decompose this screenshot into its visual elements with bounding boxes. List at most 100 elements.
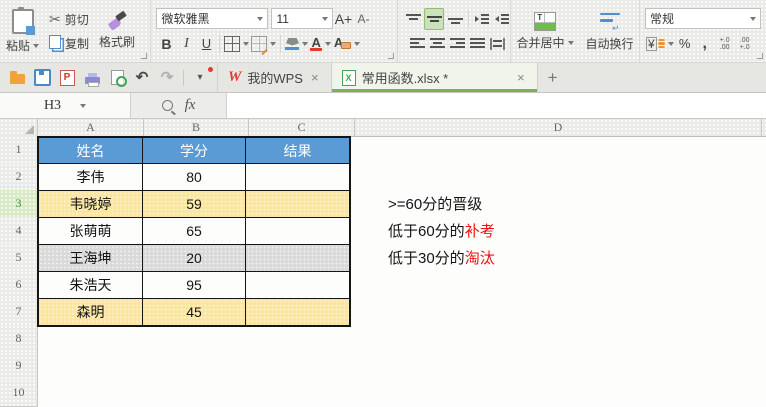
fill-color-button[interactable] — [285, 34, 308, 54]
merge-center-button[interactable]: T 合并居中 — [510, 3, 579, 59]
font-family-select[interactable]: 微软雅黑 — [156, 8, 268, 29]
row-header-7[interactable]: 7 — [0, 298, 38, 326]
copy-button[interactable]: 复制 — [45, 31, 93, 55]
chevron-down-icon[interactable] — [568, 41, 574, 45]
annotation-text: >=60分的晋级 — [388, 193, 482, 214]
header-cell-score[interactable]: 学分 — [143, 137, 246, 164]
cell-b6[interactable]: 95 — [143, 272, 246, 299]
row-header-10[interactable]: 10 — [0, 379, 38, 407]
cell-c5[interactable] — [246, 245, 351, 272]
cell-a6[interactable]: 朱浩天 — [38, 272, 143, 299]
row-header-6[interactable]: 6 — [0, 271, 38, 299]
align-center-button[interactable] — [429, 34, 447, 54]
paste-button[interactable]: 粘贴 — [0, 3, 45, 59]
ribbon: 粘贴 ✂ 剪切 复制 格式刷 微软雅黑 11 — [0, 0, 766, 63]
tab-document[interactable]: X 常用函数.xlsx * × — [331, 63, 538, 92]
row-header-5[interactable]: 5 — [0, 244, 38, 272]
draw-border-button[interactable] — [251, 34, 276, 54]
chevron-down-icon — [257, 17, 263, 21]
insert-function-button[interactable]: fx — [185, 97, 196, 114]
customize-toolbar-button[interactable]: ▾ — [191, 69, 209, 87]
cut-button[interactable]: ✂ 剪切 — [45, 7, 93, 31]
cell-a2[interactable]: 李伟 — [38, 164, 143, 191]
increase-font-button[interactable]: A+ — [334, 9, 352, 29]
dialog-launcher-icon[interactable] — [757, 53, 763, 59]
decrease-indent-icon — [475, 13, 489, 25]
open-button[interactable] — [8, 69, 26, 87]
save-button[interactable] — [33, 69, 51, 87]
row-header-3-active[interactable]: 3 — [0, 190, 40, 218]
header-cell-result[interactable]: 结果 — [246, 137, 351, 164]
decrease-font-button[interactable]: A- — [354, 9, 372, 29]
row-header-9[interactable]: 9 — [0, 352, 38, 380]
percent-button[interactable]: % — [676, 34, 694, 54]
cell-c6[interactable] — [246, 272, 351, 299]
decrease-indent-button[interactable] — [473, 9, 491, 29]
align-top-button[interactable] — [404, 9, 422, 29]
row-header-4[interactable]: 4 — [0, 217, 38, 245]
borders-button[interactable] — [224, 34, 249, 54]
chevron-down-icon[interactable] — [80, 104, 86, 108]
row-header-8[interactable]: 8 — [0, 325, 38, 353]
bold-button[interactable]: B — [157, 34, 175, 54]
justify-button[interactable] — [469, 34, 487, 54]
redo-button[interactable]: ↷ — [158, 69, 176, 87]
cell-a7[interactable]: 森明 — [38, 299, 143, 327]
close-icon[interactable]: × — [515, 70, 527, 85]
cell-c3[interactable] — [246, 191, 351, 218]
italic-button[interactable]: I — [177, 34, 195, 54]
number-format-select[interactable]: 常规 — [645, 8, 761, 29]
column-header-a[interactable]: A — [38, 119, 144, 136]
cell-b4[interactable]: 65 — [143, 218, 246, 245]
cell-a3[interactable]: 韦晓婷 — [38, 191, 143, 218]
align-right-button[interactable] — [449, 34, 467, 54]
annotation-text: 低于60分的 — [388, 220, 465, 241]
align-bottom-button[interactable] — [446, 9, 464, 29]
print-button[interactable] — [83, 69, 101, 87]
comma-style-button[interactable]: , — [696, 34, 714, 54]
close-icon[interactable]: × — [309, 70, 321, 85]
clear-format-button[interactable]: A — [333, 34, 360, 54]
cell-c7[interactable] — [246, 299, 351, 327]
paste-dropdown-icon[interactable] — [33, 44, 39, 48]
table-row: 森明 45 — [38, 299, 350, 327]
cell-b2[interactable]: 80 — [143, 164, 246, 191]
row-header-1[interactable]: 1 — [0, 136, 38, 164]
export-pdf-button[interactable]: P — [58, 69, 76, 87]
increase-decimal-button[interactable]: +.0.00 — [716, 34, 734, 54]
formula-input[interactable] — [226, 93, 766, 118]
column-header-c[interactable]: C — [249, 119, 355, 136]
row-header-2[interactable]: 2 — [0, 163, 38, 191]
decrease-decimal-button[interactable]: .00+.0 — [736, 34, 754, 54]
column-header-d[interactable]: D — [355, 119, 762, 136]
distribute-button[interactable] — [489, 34, 507, 54]
increase-indent-button[interactable] — [493, 9, 511, 29]
search-function-icon[interactable] — [162, 100, 173, 111]
dialog-launcher-icon[interactable] — [141, 53, 147, 59]
cell-c2[interactable] — [246, 164, 351, 191]
undo-button[interactable]: ↶ — [133, 69, 151, 87]
header-cell-name[interactable]: 姓名 — [38, 137, 143, 164]
cell-a4[interactable]: 张萌萌 — [38, 218, 143, 245]
cell-b7[interactable]: 45 — [143, 299, 246, 327]
currency-button[interactable]: ¥ — [646, 34, 674, 54]
wrap-text-button[interactable]: ↵ 自动换行 — [580, 3, 640, 59]
font-color-button[interactable]: A — [310, 34, 330, 54]
cell-b5[interactable]: 20 — [143, 245, 246, 272]
print-preview-button[interactable] — [108, 69, 126, 87]
column-header-b[interactable]: B — [144, 119, 249, 136]
format-painter-button[interactable]: 格式刷 — [93, 3, 141, 59]
underline-button[interactable]: U — [197, 34, 215, 54]
name-box[interactable]: H3 — [0, 93, 131, 118]
tab-home[interactable]: W 我的WPS × — [217, 63, 331, 92]
column-header-e[interactable] — [762, 119, 766, 136]
font-size-select[interactable]: 11 — [271, 8, 333, 29]
new-tab-button[interactable]: + — [538, 68, 568, 88]
cell-b3[interactable]: 59 — [143, 191, 246, 218]
align-left-button[interactable] — [409, 34, 427, 54]
select-all-corner[interactable] — [0, 119, 38, 136]
dialog-launcher-icon[interactable] — [388, 53, 394, 59]
cell-c4[interactable] — [246, 218, 351, 245]
cell-a5[interactable]: 王海坤 — [38, 245, 143, 272]
align-middle-button[interactable] — [424, 8, 444, 30]
